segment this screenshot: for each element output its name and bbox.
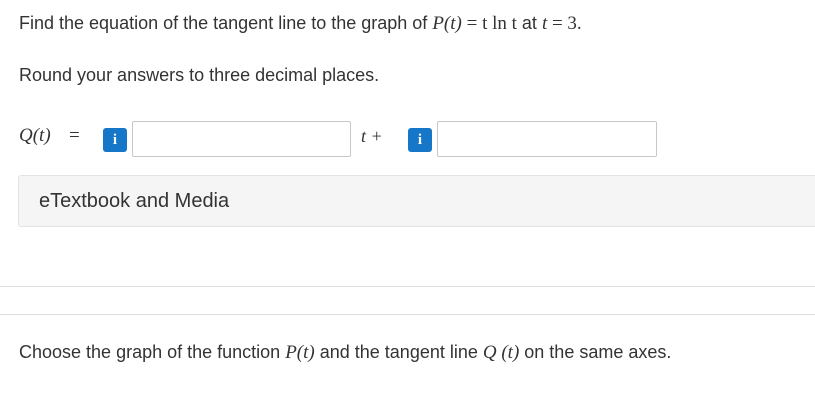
etextbook-media-button[interactable]: eTextbook and Media bbox=[18, 175, 815, 227]
graph-prompt: Choose the graph of the function P(t) an… bbox=[19, 339, 671, 366]
slope-input[interactable] bbox=[132, 121, 351, 157]
info-icon[interactable]: i bbox=[103, 128, 127, 152]
answer-middle-text: t + bbox=[361, 126, 383, 147]
point-value: = 3. bbox=[547, 13, 582, 34]
graph-prompt-middle: and the tangent line bbox=[314, 342, 483, 362]
function-name: P(t) bbox=[432, 13, 462, 34]
answer-label: Q(t) bbox=[19, 125, 51, 146]
intercept-input[interactable] bbox=[437, 121, 657, 157]
function-expression: t ln t bbox=[482, 13, 517, 34]
tangent-name: Q (t) bbox=[482, 342, 520, 363]
info-icon[interactable]: i bbox=[408, 128, 432, 152]
at-word: at bbox=[516, 13, 542, 33]
t-variable: t + bbox=[361, 126, 383, 146]
divider bbox=[0, 314, 815, 315]
equals-sign: = bbox=[461, 13, 483, 34]
graph-prompt-suffix: on the same axes. bbox=[519, 342, 672, 362]
question-text: Find the equation of the tangent line to… bbox=[19, 10, 582, 37]
rounding-instruction: Round your answers to three decimal plac… bbox=[19, 65, 380, 85]
graph-function-name: P(t) bbox=[285, 342, 315, 363]
question-prefix: Find the equation of the tangent line to… bbox=[19, 13, 433, 33]
answer-equals: = bbox=[69, 125, 80, 146]
etextbook-label: eTextbook and Media bbox=[39, 189, 230, 212]
divider bbox=[0, 286, 815, 287]
graph-prompt-prefix: Choose the graph of the function bbox=[19, 342, 286, 362]
